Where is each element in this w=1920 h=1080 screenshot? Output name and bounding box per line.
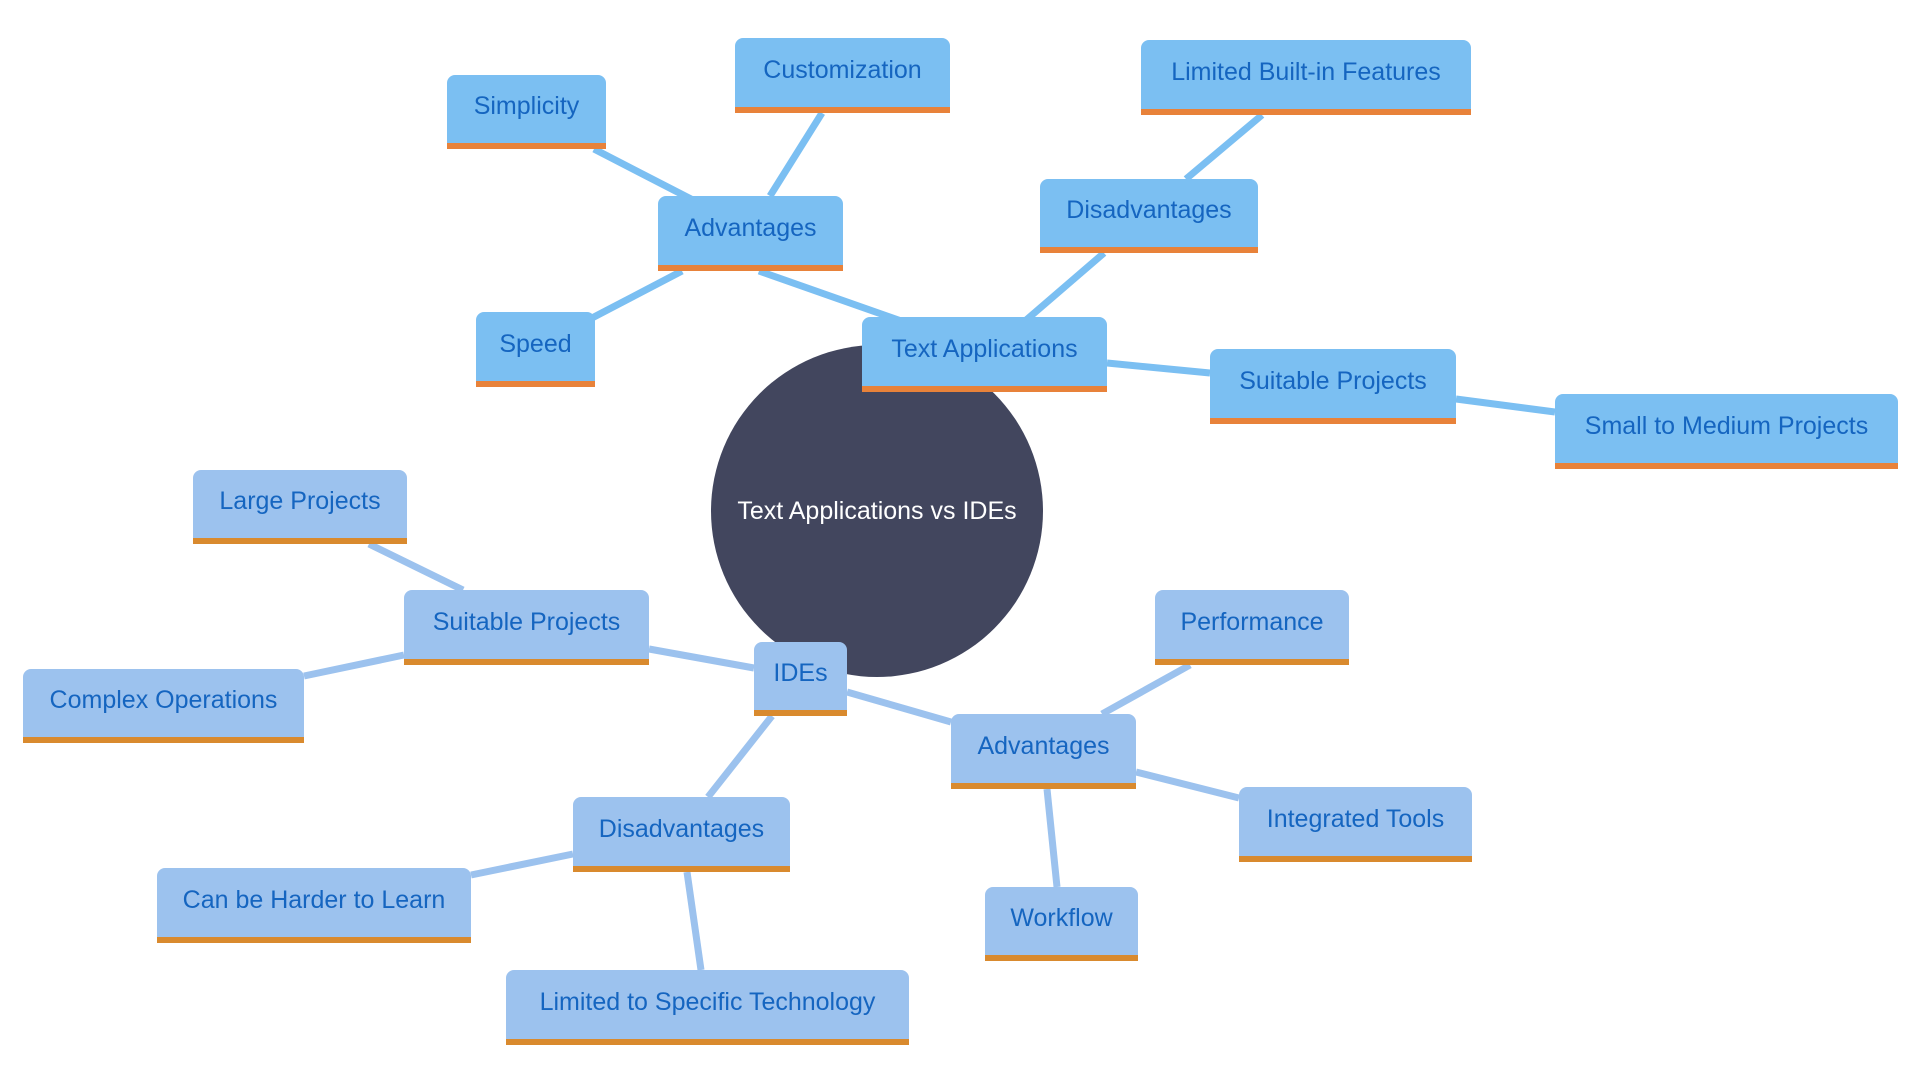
connector-line (1183, 112, 1265, 182)
node-ides-suitable-projects[interactable]: Suitable Projects (404, 590, 649, 665)
node-label: Integrated Tools (1266, 804, 1445, 833)
node-label: Customization (763, 55, 922, 84)
node-can-be-harder-to-learn[interactable]: Can be Harder to Learn (157, 868, 471, 943)
node-label: Speed (499, 329, 572, 358)
node-label: Limited to Specific Technology (539, 987, 876, 1016)
node-label: Can be Harder to Learn (182, 885, 446, 914)
connector-line (1135, 768, 1240, 802)
connector-line (648, 645, 755, 672)
connector-line (592, 145, 693, 203)
node-label: Simplicity (473, 92, 580, 120)
node-label: Disadvantages (598, 814, 765, 843)
connector-line (367, 540, 465, 594)
node-workflow[interactable]: Workflow (985, 887, 1138, 961)
node-simplicity[interactable]: Simplicity (447, 75, 606, 149)
node-label: Small to Medium Projects (1584, 411, 1869, 440)
connector-line (1043, 788, 1061, 888)
node-text-apps-advantages[interactable]: Advantages (658, 196, 843, 271)
root-node[interactable]: Text Applications vs IDEs (711, 345, 1043, 677)
node-label: Advantages (684, 213, 817, 242)
root-label: Text Applications vs IDEs (737, 496, 1017, 525)
node-small-to-medium-projects[interactable]: Small to Medium Projects (1555, 394, 1898, 469)
node-label: Limited Built-in Features (1171, 57, 1441, 86)
connector-line (683, 871, 705, 971)
node-label: Suitable Projects (1239, 366, 1427, 395)
node-label: Text Applications (891, 334, 1078, 363)
connector-line (590, 267, 684, 322)
node-text-apps-disadvantages[interactable]: Disadvantages (1040, 179, 1258, 253)
node-limited-to-specific-technology[interactable]: Limited to Specific Technology (506, 970, 909, 1045)
connector-line (1022, 250, 1107, 324)
connector-line (767, 111, 825, 198)
node-label: Complex Operations (49, 686, 278, 714)
connector-line (470, 850, 574, 879)
node-integrated-tools[interactable]: Integrated Tools (1239, 787, 1472, 862)
node-limited-built-in-features[interactable]: Limited Built-in Features (1141, 40, 1471, 115)
node-complex-operations[interactable]: Complex Operations (23, 669, 304, 743)
node-label: Disadvantages (1066, 196, 1232, 224)
node-label: Suitable Projects (432, 607, 621, 636)
node-label: Performance (1180, 607, 1324, 636)
node-label: Large Projects (219, 487, 381, 515)
node-label: IDEs (773, 659, 828, 687)
connector-line (846, 688, 952, 726)
connector-line (1455, 395, 1556, 416)
node-performance[interactable]: Performance (1155, 590, 1349, 665)
node-ides-disadvantages[interactable]: Disadvantages (573, 797, 790, 872)
node-ides[interactable]: IDEs (754, 642, 847, 716)
node-speed[interactable]: Speed (476, 312, 595, 387)
node-text-apps-suitable-projects[interactable]: Suitable Projects (1210, 349, 1456, 424)
connector-line (705, 713, 775, 800)
node-ides-advantages[interactable]: Advantages (951, 714, 1136, 789)
connector-line (1100, 661, 1192, 718)
connector-line (303, 651, 405, 680)
node-large-projects[interactable]: Large Projects (193, 470, 407, 544)
node-label: Advantages (977, 731, 1110, 760)
node-customization[interactable]: Customization (735, 38, 950, 113)
node-label: Workflow (1010, 904, 1113, 932)
connector-line (1106, 359, 1211, 377)
node-text-applications[interactable]: Text Applications (862, 317, 1107, 392)
